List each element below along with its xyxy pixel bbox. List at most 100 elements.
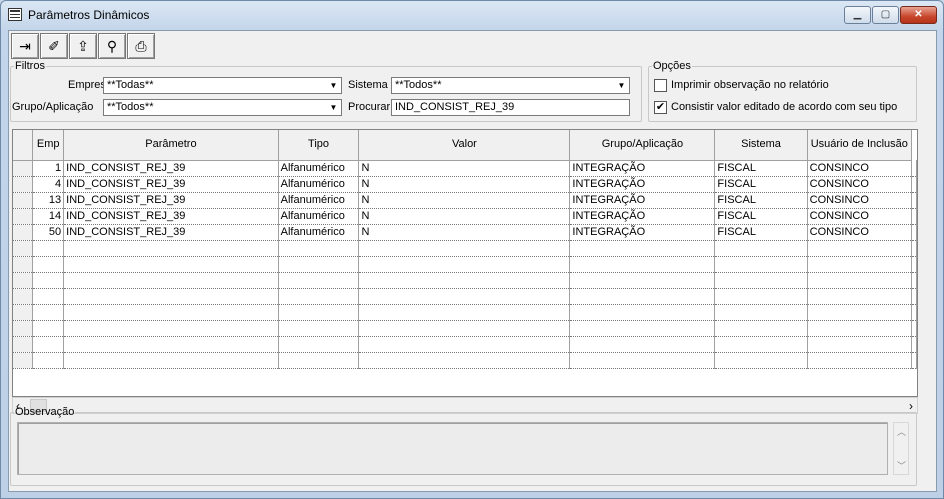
empty-cell[interactable]: [278, 336, 360, 353]
empty-cell[interactable]: [63, 336, 279, 353]
close-button[interactable]: ✕: [900, 6, 937, 24]
observacao-scrollbar[interactable]: ︿ ﹀: [893, 422, 909, 475]
cell-emp[interactable]: 50: [32, 224, 65, 241]
cell-grupo[interactable]: INTEGRAÇÃO: [569, 192, 716, 209]
row-selector[interactable]: [13, 288, 34, 305]
cell-sistema[interactable]: FISCAL: [714, 208, 808, 225]
empty-cell[interactable]: [569, 256, 716, 273]
cell-usuario[interactable]: CONSINCO: [807, 176, 913, 193]
empty-cell[interactable]: [32, 240, 65, 257]
empty-cell[interactable]: [569, 240, 716, 257]
cell-tipo[interactable]: Alfanumérico: [278, 224, 360, 241]
cell-valor[interactable]: N: [358, 160, 571, 177]
row-selector[interactable]: [13, 304, 34, 321]
empty-table-row[interactable]: [13, 336, 917, 353]
column-header-tipo[interactable]: Tipo: [278, 130, 360, 161]
empty-cell[interactable]: [911, 288, 917, 305]
cell-usuario[interactable]: CONSINCO: [807, 224, 913, 241]
empty-cell[interactable]: [807, 288, 913, 305]
empty-table-row[interactable]: [13, 272, 917, 289]
chevron-down-icon[interactable]: ▼: [325, 100, 341, 115]
empresa-select[interactable]: **Todas** ▼: [103, 77, 342, 94]
row-selector[interactable]: [13, 320, 34, 337]
cell-usuario[interactable]: CONSINCO: [807, 192, 913, 209]
row-selector[interactable]: [13, 240, 34, 257]
cell-sistema[interactable]: FISCAL: [714, 224, 808, 241]
row-selector[interactable]: [13, 352, 34, 369]
row-selector[interactable]: [13, 176, 34, 193]
cell-emp[interactable]: 13: [32, 192, 65, 209]
row-selector[interactable]: [13, 224, 34, 241]
grupo-select[interactable]: **Todos** ▼: [103, 99, 342, 116]
empty-table-row[interactable]: [13, 352, 917, 369]
empty-cell[interactable]: [358, 320, 571, 337]
cell-parametro[interactable]: IND_CONSIST_REJ_39: [63, 192, 279, 209]
empty-cell[interactable]: [911, 336, 917, 353]
empty-cell[interactable]: [63, 304, 279, 321]
cell-emp[interactable]: 4: [32, 176, 65, 193]
cell-valor[interactable]: N: [358, 224, 571, 241]
empty-cell[interactable]: [714, 336, 808, 353]
empty-cell[interactable]: [358, 272, 571, 289]
empty-cell[interactable]: [63, 288, 279, 305]
row-selector[interactable]: [13, 336, 34, 353]
cell-tipo[interactable]: Alfanumérico: [278, 208, 360, 225]
row-selector[interactable]: [13, 192, 34, 209]
table-row[interactable]: 13 IND_CONSIST_REJ_39 Alfanumérico N INTEGRA…: [13, 192, 917, 209]
cell-parametro[interactable]: IND_CONSIST_REJ_39: [63, 208, 279, 225]
consistir-checkbox[interactable]: ✔: [654, 101, 667, 114]
cell-parametro[interactable]: IND_CONSIST_REJ_39: [63, 160, 279, 177]
empty-cell[interactable]: [63, 352, 279, 369]
cell-valor[interactable]: N: [358, 208, 571, 225]
empty-cell[interactable]: [714, 272, 808, 289]
cell-tipo[interactable]: Alfanumérico: [278, 176, 360, 193]
empty-cell[interactable]: [358, 240, 571, 257]
table-row[interactable]: 50 IND_CONSIST_REJ_39 Alfanumérico N INTEGRA…: [13, 224, 917, 241]
empty-cell[interactable]: [63, 320, 279, 337]
cell-sistema[interactable]: FISCAL: [714, 176, 808, 193]
clear-button[interactable]: ✐: [40, 33, 68, 59]
empty-cell[interactable]: [807, 352, 913, 369]
empty-cell[interactable]: [278, 304, 360, 321]
empty-cell[interactable]: [911, 240, 917, 257]
empty-cell[interactable]: [63, 272, 279, 289]
maximize-button[interactable]: ▢: [872, 6, 899, 24]
empty-cell[interactable]: [278, 256, 360, 273]
empty-cell[interactable]: [32, 336, 65, 353]
empty-cell[interactable]: [807, 336, 913, 353]
column-header-sistema[interactable]: Sistema: [714, 130, 808, 161]
cell-sistema[interactable]: FISCAL: [714, 160, 808, 177]
cell-grupo[interactable]: INTEGRAÇÃO: [569, 208, 716, 225]
empty-cell[interactable]: [278, 240, 360, 257]
cell-parametro[interactable]: IND_CONSIST_REJ_39: [63, 176, 279, 193]
empty-cell[interactable]: [569, 272, 716, 289]
observacao-textarea[interactable]: [17, 422, 888, 475]
empty-cell[interactable]: [911, 304, 917, 321]
empty-cell[interactable]: [911, 352, 917, 369]
empty-cell[interactable]: [714, 256, 808, 273]
parametros-grid[interactable]: Emp Parâmetro Tipo Valor Grupo/Aplicação…: [12, 129, 918, 397]
empty-cell[interactable]: [32, 272, 65, 289]
chevron-down-icon[interactable]: ﹀: [897, 459, 906, 472]
cell-usuario[interactable]: CONSINCO: [807, 160, 913, 177]
empty-cell[interactable]: [714, 304, 808, 321]
empty-cell[interactable]: [278, 288, 360, 305]
empty-cell[interactable]: [358, 256, 571, 273]
empty-cell[interactable]: [714, 240, 808, 257]
cell-grupo[interactable]: INTEGRAÇÃO: [569, 224, 716, 241]
title-bar[interactable]: Parâmetros Dinâmicos ▁ ▢ ✕: [1, 1, 943, 29]
cell-tipo[interactable]: Alfanumérico: [278, 192, 360, 209]
empty-cell[interactable]: [358, 288, 571, 305]
empty-cell[interactable]: [807, 304, 913, 321]
empty-cell[interactable]: [911, 272, 917, 289]
empty-cell[interactable]: [32, 288, 65, 305]
empty-cell[interactable]: [807, 256, 913, 273]
empty-cell[interactable]: [278, 352, 360, 369]
sistema-select[interactable]: **Todos** ▼: [391, 77, 630, 94]
row-selector[interactable]: [13, 256, 34, 273]
cell-tipo[interactable]: Alfanumérico: [278, 160, 360, 177]
imprimir-checkbox[interactable]: [654, 79, 667, 92]
cell-usuario[interactable]: CONSINCO: [807, 208, 913, 225]
cell-emp[interactable]: 14: [32, 208, 65, 225]
export-button[interactable]: ⇪: [69, 33, 97, 59]
